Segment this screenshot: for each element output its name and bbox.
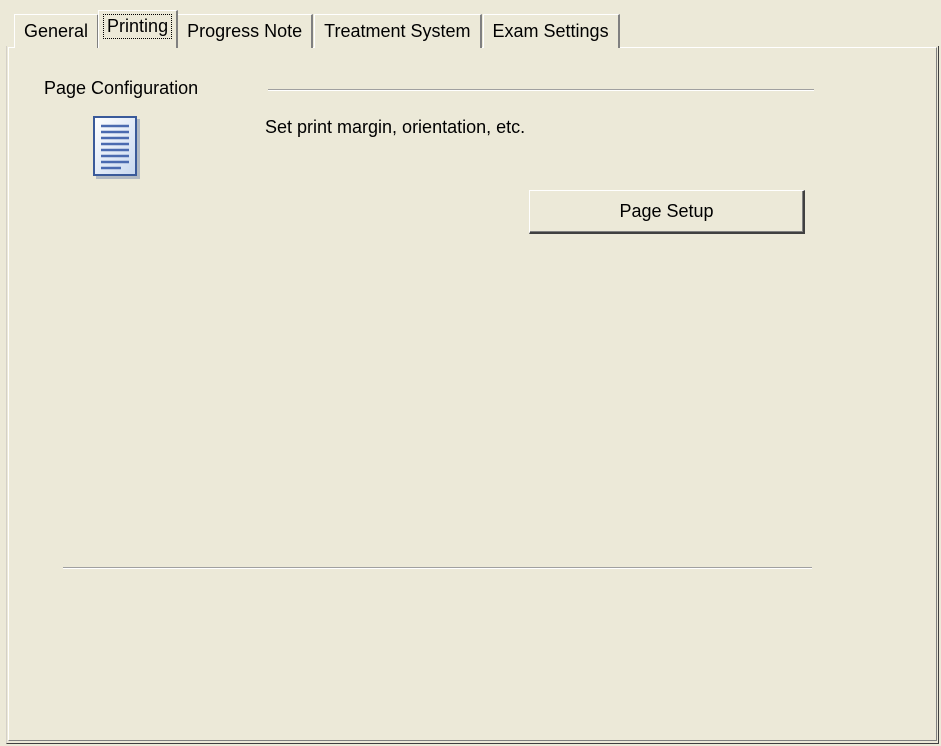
page-setup-button[interactable]: Page Setup <box>529 190 805 234</box>
bottom-divider <box>63 567 812 569</box>
tab-label: Progress Note <box>187 21 303 41</box>
tab-panel-printing <box>8 47 937 741</box>
tab-label: Printing <box>103 14 173 39</box>
page-configuration-description: Set print margin, orientation, etc. <box>265 117 526 137</box>
tab-progress-note[interactable]: Progress Note <box>177 14 314 48</box>
tab-strip: General Printing Progress Note Treatment… <box>14 10 621 48</box>
group-divider <box>268 89 814 91</box>
tab-label: General <box>24 21 89 41</box>
document-icon <box>93 116 140 179</box>
tab-label: Exam Settings <box>492 21 609 41</box>
tab-treatment-system[interactable]: Treatment System <box>314 14 482 48</box>
tab-label: Treatment System <box>324 21 471 41</box>
options-dialog: General Printing Progress Note Treatment… <box>0 0 941 746</box>
page-configuration-label: Page Configuration <box>44 78 199 98</box>
tab-general[interactable]: General <box>14 14 100 48</box>
tab-printing[interactable]: Printing <box>98 10 179 48</box>
tab-exam-settings[interactable]: Exam Settings <box>482 14 620 48</box>
